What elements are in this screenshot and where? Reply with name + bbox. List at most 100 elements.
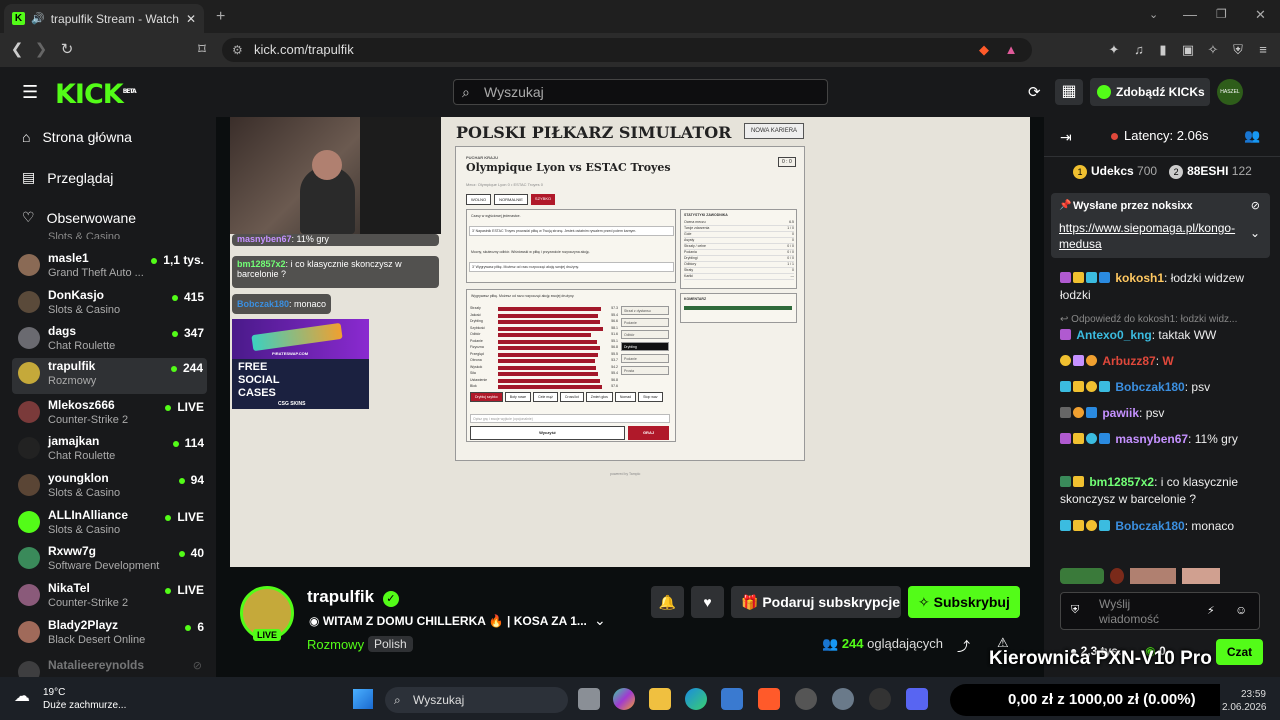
url-field[interactable]: ⚙ kick.com/trapulfik (222, 38, 1032, 62)
clock[interactable]: 23:59 2.06.2026 (1222, 688, 1267, 714)
forward-icon[interactable]: ❯ (32, 41, 50, 59)
brave-shield-icon[interactable]: ◆ (976, 42, 992, 58)
new-tab-icon[interactable]: + (216, 8, 225, 26)
share-icon[interactable]: ⤴ (957, 636, 970, 655)
sidebar-channel-jamajkan[interactable]: jamajkan Chat Roulette 114 (18, 433, 208, 469)
action-option-button[interactable]: Drybluj szybko (470, 392, 503, 402)
leaderboard-entry[interactable]: 1 Udekcs 700 (1073, 164, 1157, 179)
pinned-link[interactable]: https://www.siepomaga.pl/kongo-medusa (1059, 220, 1239, 252)
notification-bell-button[interactable]: 🔔 (651, 586, 684, 618)
hamburger-menu-icon[interactable]: ☰ (22, 82, 38, 103)
action-choice-button[interactable]: Prosta (621, 366, 669, 375)
chat-username[interactable]: bm12857x2 (1089, 475, 1154, 489)
emote-icon[interactable] (1130, 568, 1176, 584)
chat-username[interactable]: Antexo0_kng (1076, 328, 1151, 342)
sidebar-channel-masle1[interactable]: masle1 Grand Theft Auto ... 1,1 tys. (18, 250, 208, 286)
chat-username[interactable]: Bobczak180 (1115, 380, 1184, 394)
action-option-button[interactable]: Cross/lot (559, 392, 584, 402)
chat-send-button[interactable]: Czat (1216, 639, 1263, 665)
chatgpt-icon[interactable] (795, 688, 817, 710)
emote-icon[interactable] (1182, 568, 1220, 584)
action-choice-button[interactable]: Podanie (621, 318, 669, 327)
chat-reply-context[interactable]: ↩ Odpowiedź do kokosh1: łodzki widz... (1060, 311, 1260, 328)
back-icon[interactable]: ❮ (8, 41, 26, 59)
sidebar-channel-mlekosz666[interactable]: Mlekosz666 Counter-Strike 2 LIVE (18, 397, 208, 433)
language-tag[interactable]: Polish (368, 636, 413, 652)
get-kicks-button[interactable]: Zdobądź KICKs (1090, 78, 1210, 106)
close-window-icon[interactable]: ✕ (1255, 7, 1266, 23)
action-option-button[interactable]: Zmień głos (585, 392, 613, 402)
copilot-icon[interactable] (613, 688, 635, 710)
chat-username[interactable]: Arbuzz87 (1102, 354, 1155, 368)
wallet-icon[interactable]: ▣ (1180, 42, 1196, 58)
tab-list-icon[interactable]: ⌄ (1149, 8, 1158, 21)
action-choice-button[interactable]: Drybling (621, 342, 669, 351)
dashboard-icon[interactable]: ▦ (1055, 79, 1083, 105)
chat-input[interactable]: ⛨ Wyślij wiadomość ⚡ ☺ (1060, 592, 1260, 630)
vpn-icon[interactable]: ⛨ (1230, 42, 1246, 58)
sidebar-channel-allinalliance[interactable]: ALLInAlliance Slots & Casino LIVE (18, 507, 208, 543)
emoji-icon[interactable]: ☺ (1235, 603, 1247, 617)
nav-home[interactable]: ⌂ Strona główna (22, 129, 132, 145)
action-choice-button[interactable]: Podanie (621, 354, 669, 363)
action-option-button[interactable]: Stop wav (638, 392, 663, 402)
streamer-name[interactable]: trapulfik ✓ (307, 587, 399, 607)
settings-icon[interactable] (832, 688, 854, 710)
search-input[interactable]: ⌕ Wyszukaj (453, 79, 828, 105)
emote-icon[interactable] (1110, 568, 1124, 584)
follow-button[interactable]: ♥ (691, 586, 724, 618)
collapse-icon[interactable]: ⊘ (193, 659, 202, 672)
action-option-button[interactable]: Nomad (614, 392, 637, 402)
discord-icon[interactable] (906, 688, 928, 710)
sidebar-channel-blady2playz[interactable]: Blady2Playz Black Desert Online 6 (18, 617, 208, 653)
collapse-chat-icon[interactable]: ⇥ (1060, 129, 1072, 146)
chat-users-icon[interactable]: 👥 (1244, 128, 1260, 144)
chat-username[interactable]: masnyben67 (1115, 432, 1188, 446)
sidebar-channel-youngklon[interactable]: youngklon Slots & Casino 94 (18, 470, 208, 506)
nav-browse[interactable]: ▤ Przeglądaj (22, 169, 113, 186)
leo-ai-icon[interactable]: ✧ (1205, 42, 1221, 58)
subscribe-button[interactable]: ✧ Subskrybuj (908, 586, 1020, 618)
sidebar-channel-dags[interactable]: dags Chat Roulette 347 (18, 323, 208, 359)
expand-title-icon[interactable]: ⌄ (594, 612, 606, 629)
sidebar-channel-offline[interactable]: Natalieereynolds ⊘ (18, 657, 208, 677)
stream-category-link[interactable]: Rozmowy (307, 637, 364, 652)
bookmark-icon[interactable]: ⌑ (193, 41, 211, 59)
tempo-normal-button[interactable]: NORMALNIE (494, 194, 528, 205)
brave-rewards-icon[interactable]: ▲ (1003, 42, 1019, 58)
file-explorer-icon[interactable] (649, 688, 671, 710)
extensions-icon[interactable]: ✦ (1106, 42, 1122, 58)
action-choice-button[interactable]: Odbiór (621, 330, 669, 339)
site-info-icon[interactable]: ⚙ (232, 38, 243, 62)
maximize-icon[interactable]: ❐ (1216, 7, 1227, 21)
tempo-fast-button[interactable]: SZYBKO (530, 194, 556, 205)
play-button[interactable]: GRAJ (628, 426, 669, 440)
clear-button[interactable]: Wyczyść (470, 426, 625, 440)
weather-widget[interactable]: ☁ 19°C Duże zachmurze... (14, 686, 126, 712)
menu-icon[interactable]: ≡ (1255, 42, 1271, 58)
edge-icon[interactable] (685, 688, 707, 710)
store-icon[interactable] (721, 688, 743, 710)
notifications-icon[interactable]: ⟳ (1028, 83, 1041, 101)
tempo-slow-button[interactable]: WOLNO (466, 194, 492, 205)
taskbar-search[interactable]: ⌕ Wyszukaj (385, 687, 568, 713)
gift-sub-button[interactable]: 🎁 Podaruj subskrypcje (731, 586, 901, 618)
expand-pinned-icon[interactable]: ⌄ (1250, 226, 1260, 240)
sidebar-channel-trapulfik[interactable]: trapulfik Rozmowy 244 (12, 358, 207, 394)
start-icon[interactable] (353, 689, 373, 709)
minimize-icon[interactable]: — (1183, 6, 1197, 22)
sidebar-channel-nikatel[interactable]: NikaTel Counter-Strike 2 LIVE (18, 580, 208, 616)
user-avatar[interactable]: HASZEL (1217, 79, 1243, 105)
action-choice-button[interactable]: Strzał z dystansu (621, 306, 669, 315)
emote-icon[interactable] (1060, 568, 1104, 584)
obs-icon[interactable] (869, 688, 891, 710)
task-view-icon[interactable] (578, 688, 600, 710)
hide-pinned-icon[interactable]: ⊘ (1251, 199, 1260, 212)
kick-emote-icon[interactable]: ⚡ (1207, 604, 1215, 617)
chat-username[interactable]: kokosh1 (1115, 271, 1164, 285)
notes-input[interactable]: Opisz grę i swoje wyjście (opcjonalnie) (470, 414, 670, 423)
new-career-button[interactable]: NOWA KARIERA (744, 123, 804, 139)
browser-tab[interactable]: K 🔊 trapulfik Stream - Watch Live ✕ (4, 4, 204, 33)
close-tab-icon[interactable]: ✕ (186, 12, 196, 26)
chat-username[interactable]: Bobczak180 (1115, 519, 1184, 533)
